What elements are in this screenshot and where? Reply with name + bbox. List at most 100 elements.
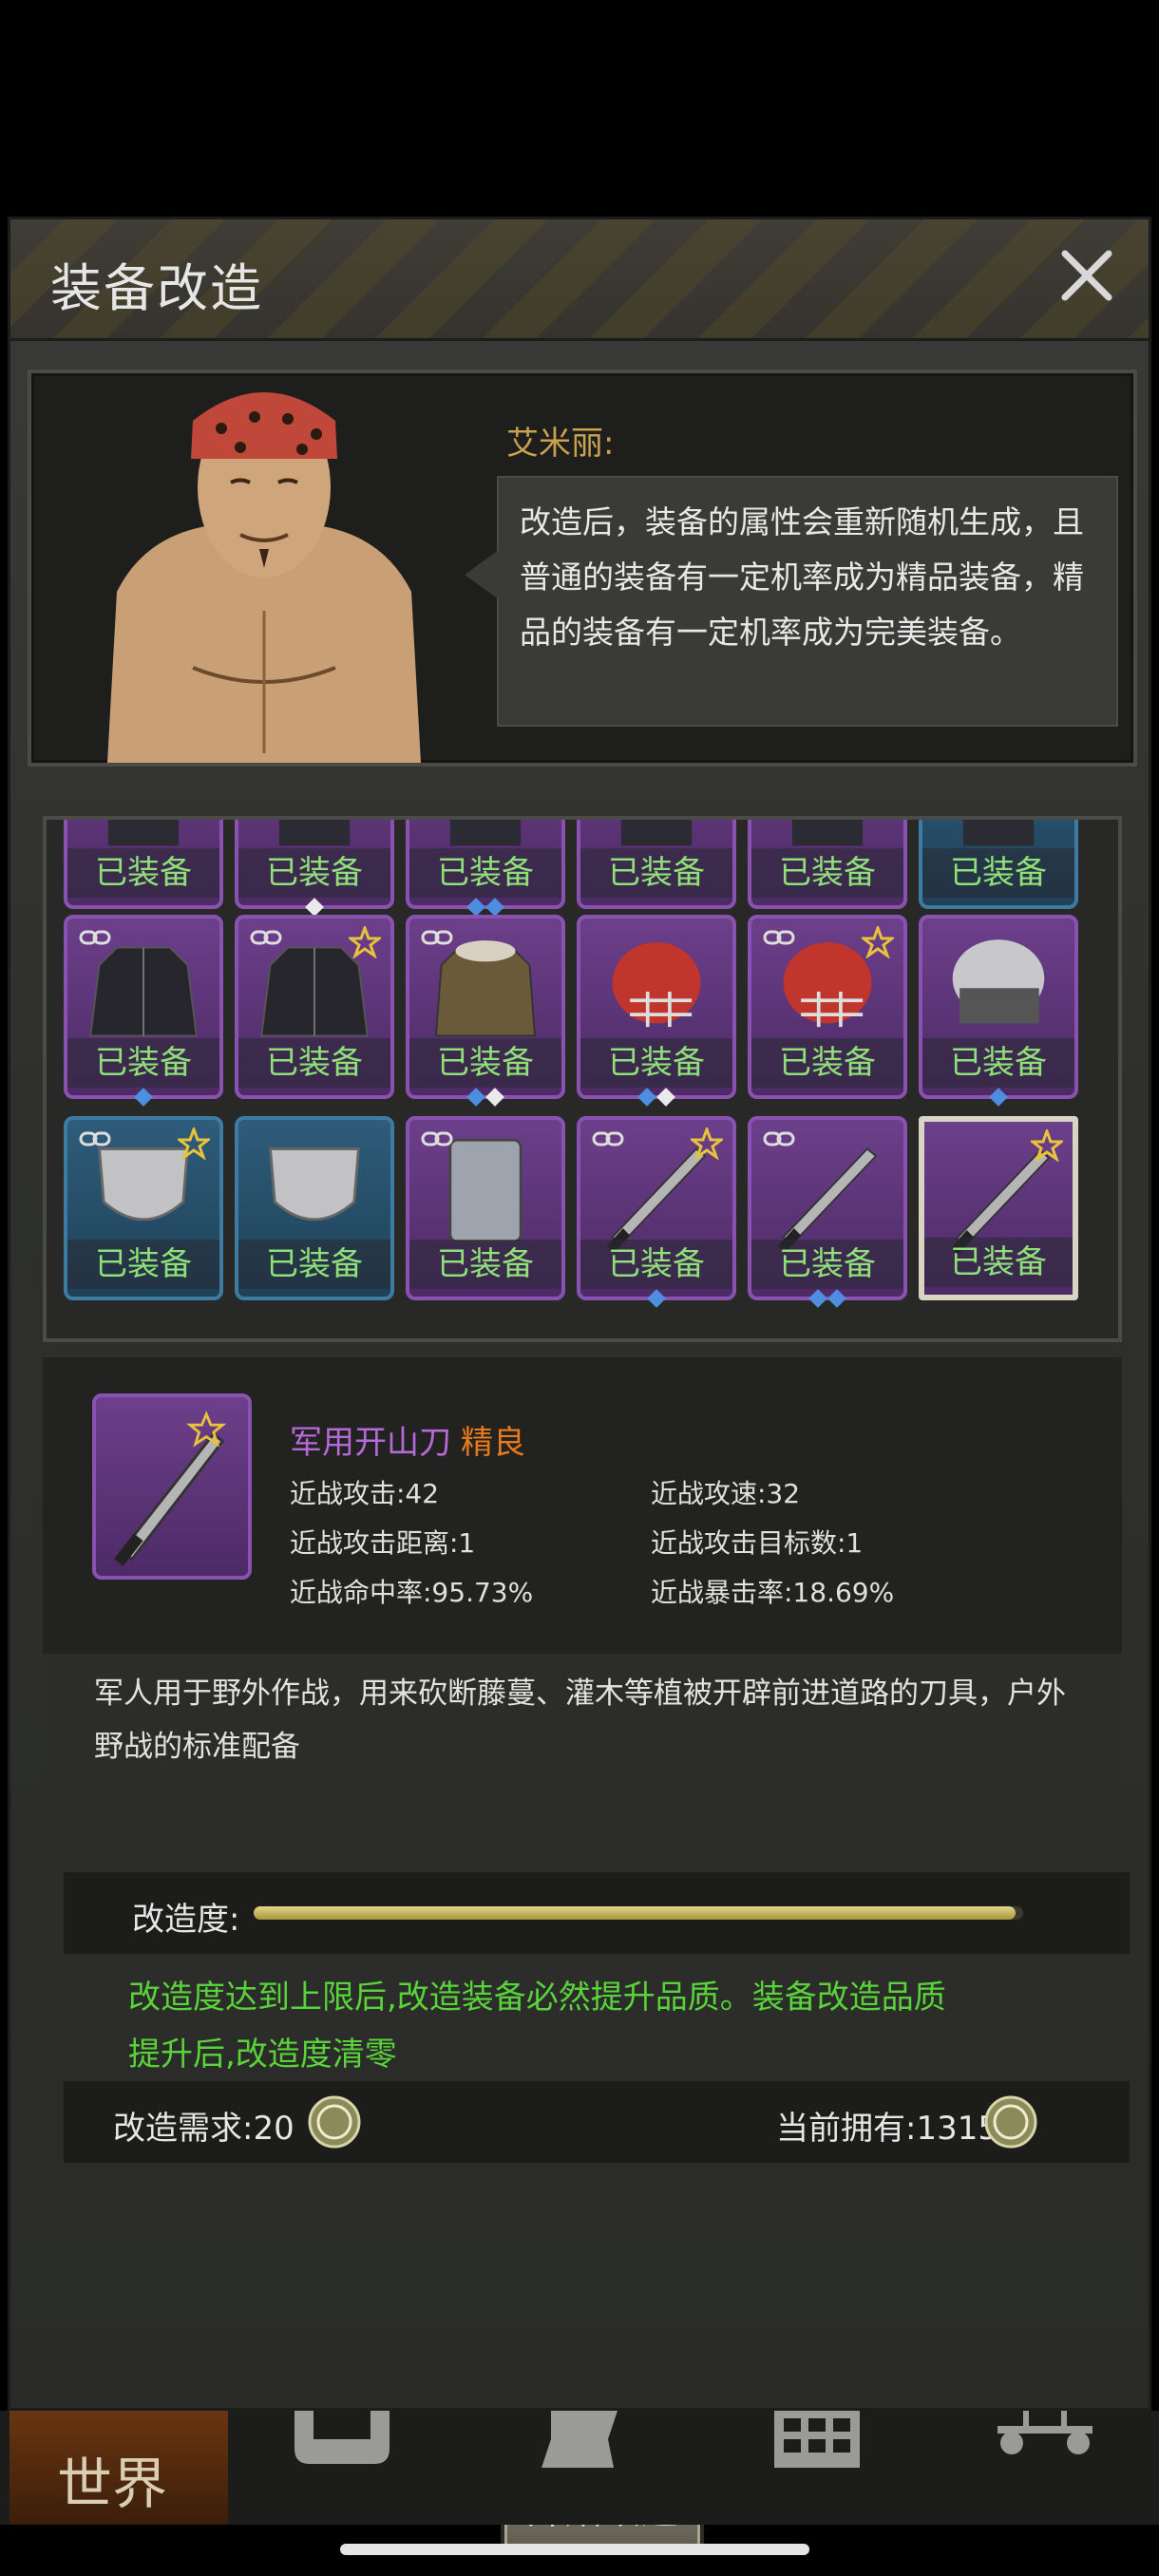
inventory-slot[interactable]: 已装备 bbox=[64, 915, 223, 1107]
inventory-slot[interactable]: 已装备 bbox=[577, 1116, 736, 1308]
close-button[interactable] bbox=[1054, 242, 1120, 309]
inventory-slot[interactable]: 已装备 bbox=[748, 1116, 907, 1308]
equipped-label: 已装备 bbox=[924, 1238, 1073, 1287]
equipped-label: 已装备 bbox=[580, 1038, 732, 1088]
machete-icon bbox=[114, 1411, 227, 1566]
inventory-slot[interactable]: 已装备 bbox=[406, 820, 565, 917]
vehicle-icon[interactable] bbox=[988, 2411, 1102, 2487]
gem-icon bbox=[989, 1088, 1008, 1107]
progress-fill bbox=[254, 1906, 1016, 1920]
socket-gems bbox=[238, 1291, 390, 1310]
socket-gems bbox=[580, 1088, 732, 1108]
inventory-slot[interactable]: 已装备 bbox=[748, 915, 907, 1099]
gem-icon bbox=[485, 1088, 504, 1107]
gem-icon bbox=[656, 1088, 675, 1107]
gem-icon bbox=[485, 898, 504, 917]
link-icon bbox=[763, 1131, 795, 1146]
inventory-slot[interactable]: 已装备 bbox=[406, 1116, 565, 1300]
inventory-slot[interactable]: 已装备 bbox=[64, 1116, 223, 1300]
stat-melee-range: 近战攻击距离:1 bbox=[290, 1527, 476, 1559]
equipped-label: 已装备 bbox=[751, 1240, 903, 1289]
inventory-slot[interactable]: 已装备 bbox=[235, 1116, 394, 1300]
gem-icon bbox=[466, 898, 485, 917]
stat-melee-crit: 近战暴击率:18.69% bbox=[651, 1577, 895, 1608]
equipped-label: 已装备 bbox=[580, 848, 732, 898]
item-description: 军人用于野外作战，用来砍断藤蔓、灌木等植被开辟前进道路的刀具，户外野战的标准配备 bbox=[43, 1654, 1122, 1798]
item-name: 军用开山刀 精良 bbox=[290, 1416, 525, 1463]
inventory-slot[interactable]: 已装备 bbox=[919, 915, 1078, 1107]
stat-melee-targets: 近战攻击目标数:1 bbox=[651, 1527, 864, 1559]
equipped-label: 已装备 bbox=[67, 848, 219, 898]
npc-portrait bbox=[107, 392, 421, 763]
inventory-slot[interactable]: 已装备 bbox=[406, 915, 565, 1107]
link-icon bbox=[421, 1131, 453, 1146]
inventory-slot[interactable]: 已装备 bbox=[577, 820, 736, 909]
modification-hint: 改造度达到上限后,改造装备必然提升品质。装备改造品质提升后,改造度清零 bbox=[128, 1979, 946, 2074]
inventory-slot[interactable]: 已装备 bbox=[64, 820, 223, 909]
leather-jacket-icon bbox=[89, 946, 198, 1037]
link-icon bbox=[763, 930, 795, 945]
character-icon[interactable] bbox=[522, 2411, 636, 2487]
equipped-label: 已装备 bbox=[67, 1240, 219, 1289]
link-icon bbox=[79, 1131, 111, 1146]
inventory-slot[interactable]: 已装备 bbox=[235, 820, 394, 917]
inventory-slot[interactable]: 已装备 bbox=[235, 915, 394, 1099]
gem-icon bbox=[808, 1289, 827, 1308]
inventory-slot[interactable]: 已装备 bbox=[577, 915, 736, 1107]
socket-gems bbox=[751, 1089, 903, 1108]
cost-row: 改造需求:20 当前拥有:1315 bbox=[64, 2081, 1130, 2163]
speaker-panel: 艾米丽: 改造后，装备的属性会重新随机生成，且普通的装备有一定机率成为精品装备，… bbox=[28, 369, 1137, 767]
equipment-modify-dialog: 装备改造 艾米丽: 改造后，装备的属性会重新随机生成，且普通的装备有一定机率成为… bbox=[8, 217, 1151, 2554]
nav-world-label: 世界 bbox=[57, 2452, 168, 2516]
socket-gems bbox=[922, 1088, 1074, 1108]
star-icon bbox=[349, 926, 381, 958]
gem-icon bbox=[305, 898, 324, 917]
equipped-label: 已装备 bbox=[580, 1240, 732, 1289]
equipped-label: 已装备 bbox=[238, 1240, 390, 1289]
equipped-label: 已装备 bbox=[751, 1038, 903, 1088]
coin-icon bbox=[308, 2095, 361, 2149]
selected-item-icon bbox=[92, 1393, 252, 1580]
police-helmet-icon bbox=[952, 939, 1045, 1024]
link-icon bbox=[592, 1131, 624, 1146]
socket-gems bbox=[67, 1291, 219, 1310]
equipped-label: 已装备 bbox=[238, 848, 390, 898]
socket-gems bbox=[238, 1089, 390, 1108]
building-icon[interactable] bbox=[760, 2411, 874, 2487]
inventory-slot[interactable]: 已装备 bbox=[919, 820, 1078, 909]
socket-gems bbox=[409, 1088, 561, 1108]
inventory-grid-panel[interactable]: 已装备 已装备 已装备 已装备 已装备 已装备 已装备 已装备 已装备 已装备 已装备 已装备 已装备已… bbox=[43, 816, 1122, 1342]
gem-icon bbox=[637, 1088, 656, 1107]
star-icon bbox=[178, 1127, 210, 1160]
backpack-icon[interactable] bbox=[285, 2411, 399, 2487]
stat-melee-speed: 近战攻速:32 bbox=[651, 1478, 801, 1509]
speaker-name: 艾米丽: bbox=[506, 425, 615, 463]
star-icon bbox=[1031, 1129, 1063, 1162]
inventory-slot[interactable]: 已装备 bbox=[919, 1116, 1078, 1300]
equipped-label: 已装备 bbox=[67, 1038, 219, 1088]
nav-tab-world[interactable]: 世界 bbox=[10, 2411, 228, 2525]
progress-label: 改造度: bbox=[132, 1901, 240, 1939]
machete-icon bbox=[778, 1147, 878, 1254]
equipped-label: 已装备 bbox=[409, 848, 561, 898]
dialog-title: 装备改造 bbox=[50, 258, 263, 318]
equipped-label: 已装备 bbox=[409, 1038, 561, 1088]
speech-bubble: 改造后，装备的属性会重新随机生成，且普通的装备有一定机率成为精品装备，精品的装备… bbox=[465, 476, 1118, 727]
title-bar: 装备改造 bbox=[10, 219, 1149, 341]
inventory-slot[interactable]: 已装备 bbox=[748, 820, 907, 909]
owned-label: 当前拥有:1315 bbox=[776, 2110, 998, 2148]
link-icon bbox=[250, 930, 282, 945]
bottom-nav: 世界 bbox=[0, 2411, 1159, 2525]
item-detail-panel: 军用开山刀 精良 近战攻击:42 近战攻速:32 近战攻击距离:1 近战攻击目标数… bbox=[43, 1357, 1122, 1654]
link-icon bbox=[421, 930, 453, 945]
socket-gems bbox=[409, 1291, 561, 1310]
equipped-label: 已装备 bbox=[409, 1240, 561, 1289]
gem-icon bbox=[647, 1289, 666, 1308]
coin-icon bbox=[984, 2095, 1037, 2149]
gem-icon bbox=[827, 1289, 846, 1308]
equipped-label: 已装备 bbox=[922, 848, 1074, 898]
cost-label: 改造需求:20 bbox=[113, 2110, 294, 2148]
item-name-text: 军用开山刀 bbox=[290, 1424, 451, 1462]
gem-icon bbox=[134, 1088, 153, 1107]
socket-gems bbox=[580, 1289, 732, 1310]
